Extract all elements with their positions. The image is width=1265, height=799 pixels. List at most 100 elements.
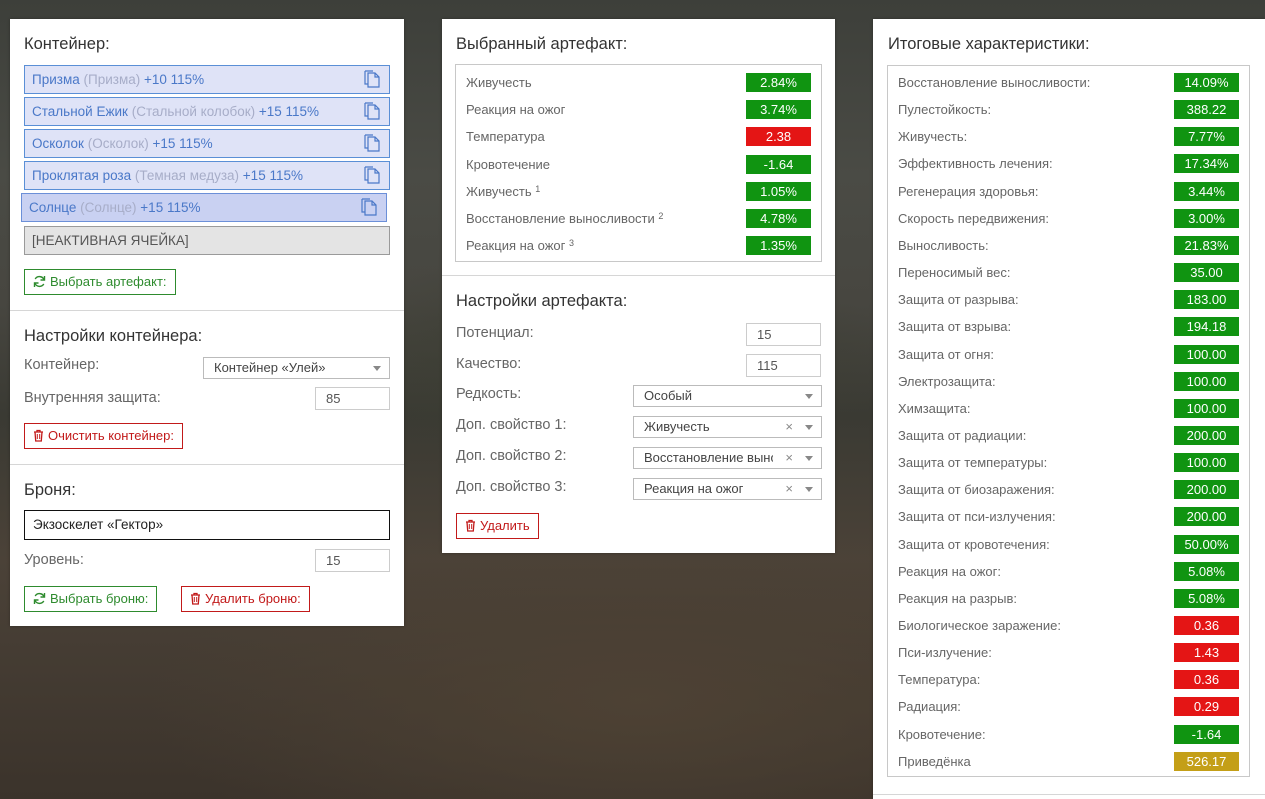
stat-value-badge: 1.43 [1174,643,1239,663]
clear-icon[interactable]: × [785,417,793,437]
choose-armor-button[interactable]: Выбрать броню: [24,586,158,612]
stat-label: Защита от кровотечения: [898,535,1050,555]
stat-label-text: Восстановление выносливости: [898,75,1091,90]
stat-label: Выносливость: [898,236,989,256]
stat-label-text: Реакция на ожог [466,102,566,118]
stat-row: Защита от взрыва: 194.18 [888,315,1249,342]
inner-protection-input[interactable]: 85 [315,387,390,410]
slot-name: Проклятая роза [32,168,132,183]
prop2-value: Восстановление выносливости [644,450,773,465]
stat-label: Химзащита: [898,399,971,419]
refresh-icon [33,592,46,605]
clear-container-button[interactable]: Очистить контейнер: [24,423,183,449]
stat-row: Защита от биозаражения: 200.00 [888,478,1249,505]
stat-label-text: Кровотечение [466,156,551,172]
stat-label-text: Реакция на ожог [466,238,566,254]
prop3-select[interactable]: Реакция на ожог × [633,478,822,500]
container-slot-1[interactable]: Призма (Призма) +10 115% [24,65,390,94]
delete-armor-button[interactable]: Удалить броню: [181,586,310,612]
stat-value-badge: -1.64 [1174,724,1239,744]
prop3-label: Доп. свойство 3: [456,479,567,495]
stat-label: Живучесть 1 [466,182,540,202]
stat-label: Реакция на разрыв: [898,589,1017,609]
copy-icon[interactable] [363,70,381,89]
container-title: Контейнер: [24,35,110,53]
stat-value-badge: 100.00 [1174,398,1239,418]
choose-artifact-button[interactable]: Выбрать артефакт: [24,269,176,295]
slot-level: +15 115% [152,136,213,151]
stat-label: Температура [466,127,545,147]
stat-label: Восстановление выносливости 2 [466,209,663,229]
rarity-select[interactable]: Особый [633,385,822,407]
copy-icon[interactable] [363,102,381,121]
copy-icon[interactable] [360,198,378,217]
stat-label: Скорость передвижения: [898,209,1049,229]
stat-value-badge: 3.00% [1174,208,1239,228]
container-slot-3[interactable]: Осколок (Осколок) +15 115% [24,129,390,158]
copy-icon[interactable] [363,134,381,153]
prop1-select[interactable]: Живучесть × [633,416,822,438]
copy-icon[interactable] [363,166,381,185]
stat-row: Выносливость: 21.83% [888,234,1249,261]
stat-label-text: Приведёнка [898,753,971,769]
stat-value-badge: 526.17 [1174,751,1239,771]
prop2-select[interactable]: Восстановление выносливости × [633,447,822,469]
stat-label: Пси-излучение: [898,643,992,663]
refresh-icon [33,275,46,288]
stat-label: Пулестойкость: [898,100,991,120]
clear-icon[interactable]: × [785,448,793,468]
container-slot-4[interactable]: Проклятая роза (Темная медуза) +15 115% [24,161,390,190]
stat-row: Пси-излучение: 1.43 [888,641,1249,668]
stat-label: Кровотечение: [898,725,986,745]
stat-row: Восстановление выносливости 2 4.78% [456,207,821,234]
choose-artifact-label: Выбрать артефакт: [50,274,167,289]
stat-row: Защита от кровотечения: 50.00% [888,533,1249,560]
stat-value-badge: 1.35% [746,236,811,256]
stat-row: Приведёнка 526.17 [888,750,1249,777]
stat-label: Эффективность лечения: [898,154,1053,174]
potential-input[interactable]: 15 [746,323,821,346]
stat-label: Защита от взрыва: [898,317,1011,337]
stat-footnote: 1 [535,183,541,194]
stat-value-badge: 200.00 [1174,425,1239,445]
slot-original-name: (Осколок) [87,136,149,151]
stat-value-badge: 194.18 [1174,317,1239,337]
delete-armor-label: Удалить броню: [205,591,301,606]
stat-value-badge: 3.74% [746,100,811,120]
selected-artifact-title: Выбранный артефакт: [456,35,628,53]
rarity-value: Особый [644,388,693,403]
artifact-settings-title: Настройки артефакта: [456,292,628,310]
level-input[interactable]: 15 [315,549,390,572]
stat-label-text: Пси-излучение: [898,645,992,661]
container-type-select[interactable]: Контейнер «Улей» [203,357,390,379]
stat-label-text: Защита от огня: [898,346,995,362]
container-slot-2[interactable]: Стальной Ежик (Стальной колобок) +15 115… [24,97,390,126]
stat-footnote: 2 [658,211,664,221]
stat-value-badge: 200.00 [1174,507,1239,527]
container-slot-5[interactable]: Солнце (Солнце) +15 115% [21,193,387,222]
stat-label: Защита от радиации: [898,426,1026,446]
stat-label: Защита от пси-излучения: [898,507,1056,527]
stat-label-text: Защита от кровотечения: [898,536,1050,552]
stat-value-badge: 388.22 [1174,100,1239,120]
clear-icon[interactable]: × [785,479,793,499]
chevron-down-icon [373,366,381,371]
trash-icon [34,429,43,442]
stat-label-text: Защита от разрыва: [898,292,1019,308]
stat-value-badge: 0.29 [1174,697,1239,717]
stat-value-badge: 100.00 [1174,344,1239,364]
container-panel: Контейнер: Призма (Призма) +10 115% Стал… [10,19,404,626]
stat-row: Реакция на ожог 3.74% [456,98,821,125]
stat-label-text: Скорость передвижения: [898,210,1049,226]
stat-label: Приведёнка [898,752,971,772]
stat-row: Защита от радиации: 200.00 [888,424,1249,451]
container-type-label: Контейнер: [24,357,100,373]
stat-value-badge: 0.36 [1174,616,1239,635]
armor-field[interactable]: Экзоскелет «Гектор» [24,510,390,540]
artifact-panel: Выбранный артефакт: Живучесть 2.84% Реакци… [442,19,835,553]
delete-artifact-button[interactable]: Удалить [456,513,539,539]
quality-input[interactable]: 115 [746,354,821,377]
stat-row: Кровотечение -1.64 [456,153,821,180]
stat-label: Защита от разрыва: [898,290,1019,310]
stat-row: Защита от температуры: 100.00 [888,451,1249,478]
